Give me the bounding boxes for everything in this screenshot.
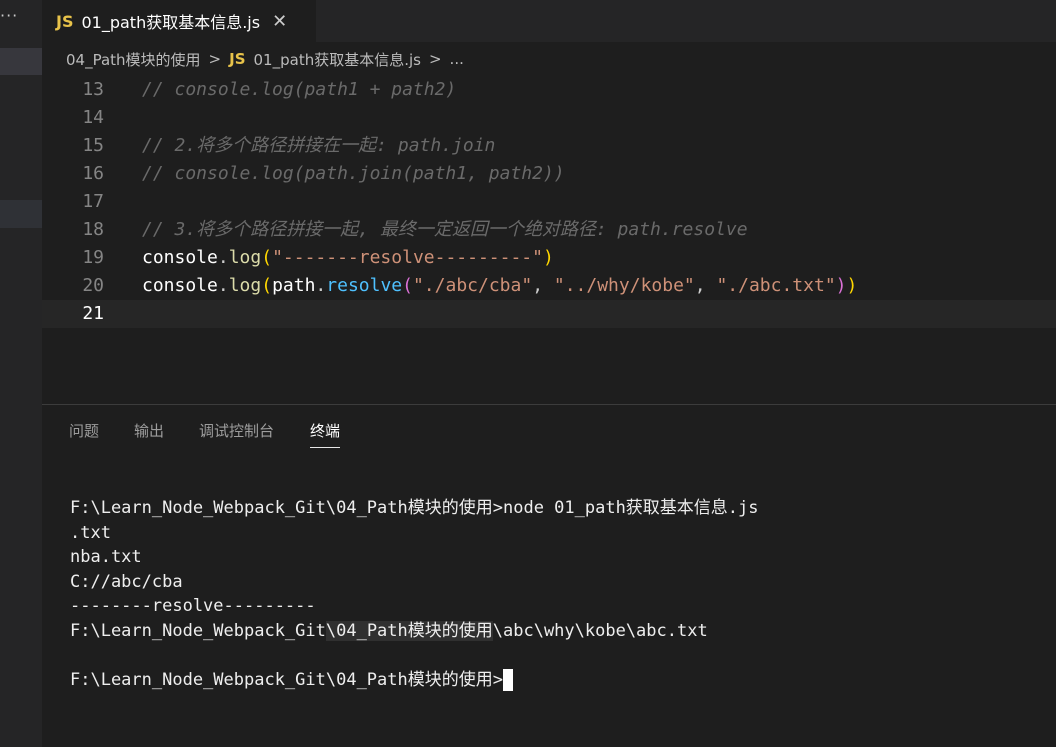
code-token: . [315,275,327,296]
code-token: ) [846,275,858,296]
code-line: 19 console.log("-------resolve---------"… [42,244,1056,272]
code-token: "./abc.txt" [716,275,836,296]
code-line: 14 [42,104,1056,132]
line-number: 19 [82,247,104,268]
tab-output[interactable]: 输出 [134,420,164,441]
code-token: "../why/kobe" [553,275,695,296]
code-token: ) [835,275,847,296]
sidebar-item-selected[interactable] [0,48,42,75]
chevron-right-icon: > [428,50,442,68]
line-number: 20 [82,275,104,296]
terminal-cursor [503,668,513,691]
code-editor[interactable]: 13 // console.log(path1 + path2) 14 15 /… [42,76,1056,404]
code-token: log [228,275,262,296]
terminal-prompt: F:\Learn_Node_Webpack_Git\04_Path模块的使用> [70,669,503,690]
line-number: 13 [82,79,104,100]
line-number: 17 [82,191,104,212]
code-token: ( [402,275,413,296]
code-line: 13 // console.log(path1 + path2) [42,76,1056,104]
activity-bar: ··· [0,0,42,747]
code-token: ) [543,247,554,268]
code-token: path [272,275,316,296]
tab-bar: JS 01_path获取基本信息.js ✕ [42,0,1056,42]
code-token: console [142,275,218,296]
line-number: 21 [82,303,104,324]
code-token: resolve [326,275,403,296]
panel-tabs: 问题 输出 调试控制台 终端 [42,412,1056,452]
terminal-line: .txt [70,522,111,543]
code-statement: console.log(path.resolve("./abc/cba", ".… [142,272,857,300]
code-statement: console.log("-------resolve---------") [142,244,554,272]
editor-tab[interactable]: JS 01_path获取基本信息.js ✕ [42,0,316,42]
code-token: . [217,275,229,296]
javascript-file-icon: JS [229,50,246,68]
terminal-highlight: \04_Path模块的使用 [325,620,493,641]
terminal[interactable]: F:\Learn_Node_Webpack_Git\04_Path模块的使用> n… [70,496,1056,692]
code-token: , [532,275,554,296]
code-line: 15 // 2.将多个路径拼接在一起: path.join [42,132,1056,160]
code-comment: // console.log(path.join(path1, path2)) [142,163,565,184]
javascript-file-icon: JS [56,11,74,31]
code-line: 18 // 3.将多个路径拼接一起, 最终一定返回一个绝对路径: path.re… [42,216,1056,244]
tab-terminal[interactable]: 终端 [310,420,341,448]
code-comment: // 3.将多个路径拼接一起, 最终一定返回一个绝对路径: path.resol… [142,219,748,240]
chevron-right-icon: > [208,50,222,68]
code-token: log [228,247,262,268]
code-token: ( [261,275,273,296]
breadcrumb-file[interactable]: 01_path获取基本信息.js [254,49,421,70]
terminal-prompt-line: F:\Learn_Node_Webpack_Git\04_Path模块的使用> [70,668,1056,693]
panel-divider [42,404,1056,405]
code-comment: // 2.将多个路径拼接在一起: path.join [142,135,496,156]
close-icon[interactable]: ✕ [272,11,287,32]
terminal-text: \abc\why\kobe\abc.txt [492,620,708,641]
terminal-line: --------resolve--------- [70,596,316,616]
sidebar-item[interactable] [0,200,42,228]
terminal-line: C://abc/cba [70,571,183,592]
code-token: console [142,247,218,268]
code-comment: // console.log(path1 + path2) [142,79,457,100]
tab-debug-console[interactable]: 调试控制台 [199,420,274,441]
line-number: 15 [82,135,104,156]
terminal-line: F:\Learn_Node_Webpack_Git\04_Path模块的使用\a… [70,619,1056,644]
code-token: "./abc/cba" [412,275,533,296]
code-token: ( [261,247,273,268]
breadcrumb-symbol[interactable]: ... [450,50,464,68]
terminal-text: F:\Learn_Node_Webpack_Git [70,620,326,641]
code-token: . [217,247,229,268]
terminal-line: F:\Learn_Node_Webpack_Git\04_Path模块的使用>n… [70,498,759,518]
code-line: 16 // console.log(path.join(path1, path2… [42,160,1056,188]
code-token: "-------resolve---------" [272,247,543,268]
line-number: 14 [82,107,104,128]
more-actions-icon[interactable]: ··· [0,6,18,25]
tab-title: 01_path获取基本信息.js [81,13,261,32]
code-line-current: 21 [42,300,1056,328]
code-token: , [694,275,717,296]
code-line: 17 [42,188,1056,216]
tab-problems[interactable]: 问题 [69,420,99,441]
line-number: 16 [82,163,104,184]
code-line: 20 console.log(path.resolve("./abc/cba",… [42,272,1056,300]
breadcrumb-folder[interactable]: 04_Path模块的使用 [66,49,201,70]
line-number: 18 [82,219,104,240]
breadcrumb: 04_Path模块的使用 > JS 01_path获取基本信息.js > ... [42,44,1056,74]
terminal-line: nba.txt [70,547,142,567]
